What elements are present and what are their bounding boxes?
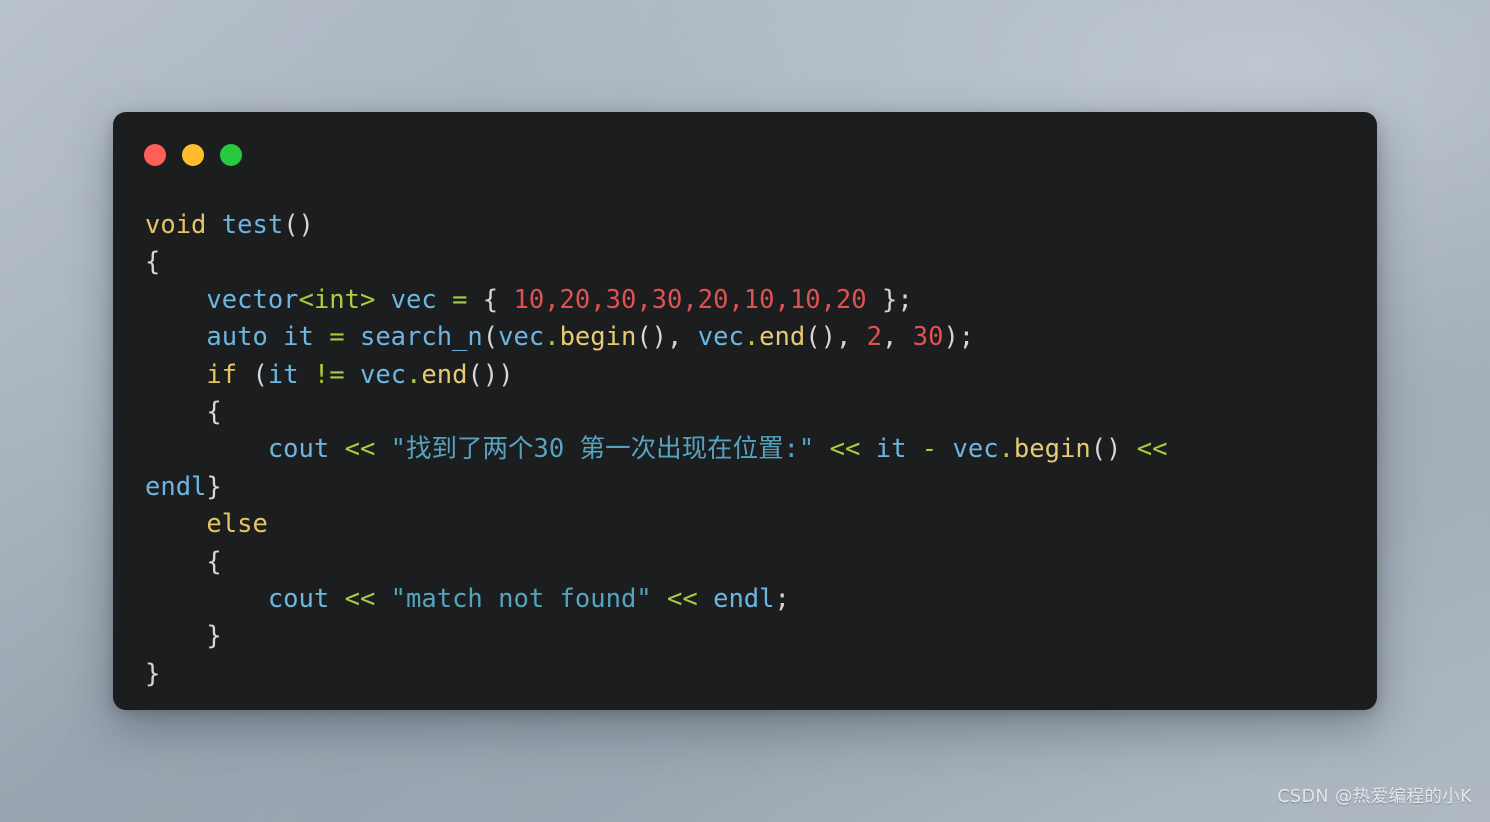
token-paren-open-l4: ( bbox=[482, 322, 499, 353]
token-dot-l7: . bbox=[998, 434, 1014, 465]
token-var-it-l5: it bbox=[267, 359, 314, 390]
token-dot-l4a: . bbox=[544, 322, 560, 353]
token-member-begin-l4: begin bbox=[559, 322, 637, 353]
token-var-it-l7: it bbox=[860, 434, 922, 465]
token-shift-l11b: << bbox=[667, 584, 698, 615]
token-keyword-void: void bbox=[145, 210, 207, 240]
token-dot-l5: . bbox=[406, 359, 422, 390]
token-paren-close-l5: ()) bbox=[467, 359, 514, 390]
token-indent-l3 bbox=[145, 285, 206, 315]
token-paren-close-l4: ); bbox=[943, 322, 975, 353]
token-var-vec-decl: vec bbox=[375, 284, 453, 315]
token-function-test: test bbox=[221, 210, 284, 240]
token-endl-l11: endl bbox=[697, 584, 775, 615]
token-shift-l11a: << bbox=[344, 584, 376, 615]
token-operator-neq: != bbox=[313, 359, 345, 390]
token-indent-l7 bbox=[145, 434, 268, 464]
token-init-brace-open: { bbox=[467, 284, 514, 315]
token-shift-l7a: << bbox=[344, 434, 376, 465]
token-shift-l7b: << bbox=[829, 434, 861, 465]
token-semicolon-l11: ; bbox=[774, 584, 790, 615]
token-string-found: "找到了两个30 第一次出现在位置:" bbox=[375, 434, 830, 465]
token-shift-l7c: << bbox=[1136, 434, 1168, 465]
code-block[interactable]: void test() { vector<int> vec = { 10,20,… bbox=[145, 207, 1367, 693]
token-init-brace-close: }; bbox=[866, 284, 913, 315]
token-endl-l8: endl bbox=[145, 471, 207, 502]
token-parens-1: () bbox=[283, 210, 314, 240]
token-number-list: 10,20,30,30,20,10,10,20 bbox=[513, 284, 867, 315]
token-brace-close-else: } bbox=[145, 621, 222, 652]
token-member-end-l4: end bbox=[759, 322, 806, 353]
token-indent-l11 bbox=[145, 584, 268, 614]
token-dot-l4b: . bbox=[743, 322, 760, 353]
token-brace-open-fn: { bbox=[145, 247, 161, 278]
token-var-vec-l7: vec bbox=[937, 434, 999, 465]
screenshot-canvas: void test() { vector<int> vec = { 10,20,… bbox=[0, 0, 1490, 822]
token-keyword-if: if bbox=[206, 359, 238, 390]
code-window: void test() { vector<int> vec = { 10,20,… bbox=[113, 112, 1377, 710]
token-brace-open-if: { bbox=[145, 397, 222, 428]
token-member-end-l5: end bbox=[421, 359, 468, 390]
token-member-begin-l7: begin bbox=[1013, 434, 1091, 465]
token-keyword-else: else bbox=[145, 509, 268, 540]
token-var-vec-l4a: vec bbox=[498, 322, 545, 353]
token-paren-l4c: (), bbox=[805, 322, 867, 353]
token-string-not-found: "match not found" bbox=[375, 584, 668, 615]
token-function-search-n: search_n bbox=[344, 322, 483, 353]
token-type-vector: vector bbox=[206, 284, 299, 315]
token-number-count: 2 bbox=[866, 322, 883, 353]
token-indent-l5 bbox=[145, 360, 206, 390]
token-template-int: <int> bbox=[298, 284, 376, 315]
token-cout-l7: cout bbox=[267, 434, 345, 465]
token-brace-close-fn: } bbox=[145, 658, 161, 689]
token-paren-open-l5: ( bbox=[237, 359, 268, 390]
token-paren-l7: () bbox=[1090, 434, 1137, 465]
token-auto-it: auto it bbox=[206, 322, 330, 353]
watermark: CSDN @热爱编程的小K bbox=[1277, 787, 1472, 807]
token-space-1 bbox=[206, 210, 221, 240]
token-operator-minus: - bbox=[921, 434, 938, 465]
token-operator-assign-l4: = bbox=[329, 322, 345, 353]
token-var-vec-l5: vec bbox=[344, 359, 407, 390]
token-comma-l4: , bbox=[882, 322, 913, 353]
token-brace-open-else: { bbox=[145, 546, 222, 577]
close-button[interactable] bbox=[144, 144, 166, 166]
token-paren-l4b: (), bbox=[636, 322, 698, 353]
token-brace-close-if: } bbox=[206, 471, 222, 502]
code-text: void test() { vector<int> vec = { 10,20,… bbox=[145, 207, 1367, 693]
token-number-value: 30 bbox=[912, 322, 944, 353]
token-indent-l4 bbox=[145, 322, 206, 352]
maximize-button[interactable] bbox=[220, 144, 242, 166]
minimize-button[interactable] bbox=[182, 144, 204, 166]
token-cout-l11: cout bbox=[267, 584, 345, 615]
window-title-bar bbox=[144, 144, 242, 166]
token-operator-assign-l3: = bbox=[452, 284, 468, 315]
token-var-vec-l4b: vec bbox=[697, 322, 744, 353]
